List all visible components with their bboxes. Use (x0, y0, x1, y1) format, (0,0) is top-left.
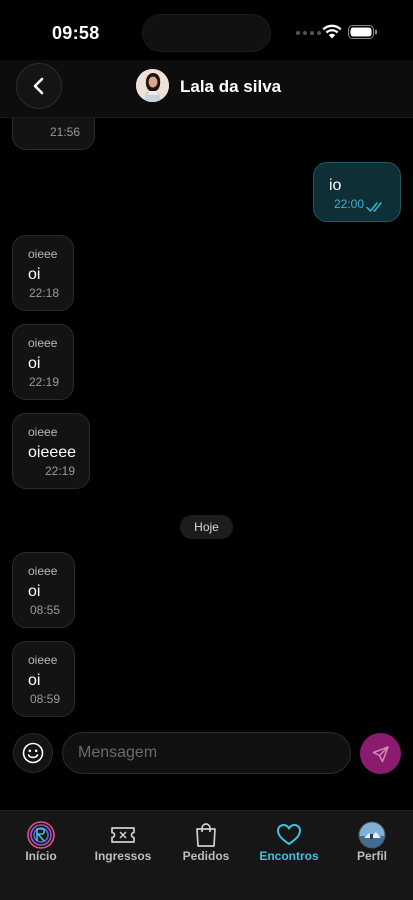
ticket-icon (111, 827, 135, 843)
emoji-button[interactable] (13, 733, 53, 773)
back-button[interactable] (16, 63, 62, 109)
message-text: io (329, 177, 342, 194)
message-sender: oieee (28, 336, 58, 350)
message-composer (0, 728, 413, 780)
message-sender: oieee (28, 653, 58, 667)
tab-inicio[interactable]: Início (0, 811, 82, 873)
tab-perfil[interactable]: Perfil (331, 811, 413, 873)
wifi-icon (322, 24, 342, 39)
message-bubble-incoming[interactable]: oieee oieeee 22:19 (12, 413, 90, 489)
shopping-bag-icon (196, 823, 216, 847)
message-bubble-outgoing[interactable]: io 22:00 (313, 162, 401, 222)
chevron-left-icon (33, 77, 44, 95)
day-separator: Hoje (180, 515, 233, 539)
tab-ingressos[interactable]: Ingressos (82, 811, 164, 873)
send-icon (372, 745, 389, 762)
message-time: 22:19 (44, 464, 75, 478)
message-text: oi (28, 583, 41, 600)
message-text: oi (28, 355, 41, 372)
battery-icon (348, 25, 377, 39)
message-sender: oieee (28, 564, 58, 578)
message-bubble-incoming[interactable]: oieee oi 22:19 (12, 324, 74, 400)
message-bubble-incoming[interactable]: oieee oi 22:18 (12, 235, 74, 311)
message-sender: oieee (28, 247, 58, 261)
tab-label: Início (25, 849, 57, 863)
message-sender: oieee (28, 425, 58, 439)
message-time: 21:56 (49, 125, 80, 139)
profile-avatar (358, 821, 386, 849)
chat-header: Lala da silva (0, 60, 413, 118)
message-text: oi (28, 266, 41, 283)
contact-name[interactable]: Lala da silva (180, 77, 281, 97)
tab-label: Ingressos (94, 849, 152, 863)
contact-avatar[interactable] (136, 69, 169, 102)
message-time: 22:19 (28, 375, 59, 389)
tab-label: Encontros (259, 849, 319, 863)
send-button[interactable] (360, 733, 401, 774)
status-time: 09:58 (52, 23, 100, 43)
tab-label: Perfil (356, 849, 387, 863)
tab-pedidos[interactable]: Pedidos (165, 811, 247, 873)
message-bubble-incoming[interactable]: oieee oi 08:55 (12, 552, 75, 628)
bottom-tab-bar: Início Ingressos Pedidos Encontros Perfi… (0, 810, 413, 900)
message-time: 08:55 (29, 603, 60, 617)
message-input[interactable] (62, 732, 351, 774)
heart-icon (277, 824, 301, 845)
message-time: 22:00 (333, 197, 364, 211)
tab-encontros[interactable]: Encontros (248, 811, 330, 873)
smiley-icon (22, 742, 44, 764)
message-text: oieeee (28, 444, 77, 461)
logo-icon (27, 821, 55, 849)
message-time: 08:59 (29, 692, 60, 706)
message-time: 22:18 (28, 286, 59, 300)
message-bubble-incoming[interactable]: 21:56 (12, 118, 95, 150)
cellular-signal-icon (296, 31, 321, 35)
message-bubble-incoming[interactable]: oieee oi 08:59 (12, 641, 75, 717)
dynamic-island (142, 14, 271, 52)
tab-label: Pedidos (182, 849, 230, 863)
chat-messages[interactable]: 21:56 io 22:00 oieee oi 22:18 oieee oi 2… (0, 118, 413, 728)
read-receipt-icon (366, 202, 382, 212)
message-text: oi (28, 672, 41, 689)
status-bar: 09:58 (0, 0, 413, 60)
